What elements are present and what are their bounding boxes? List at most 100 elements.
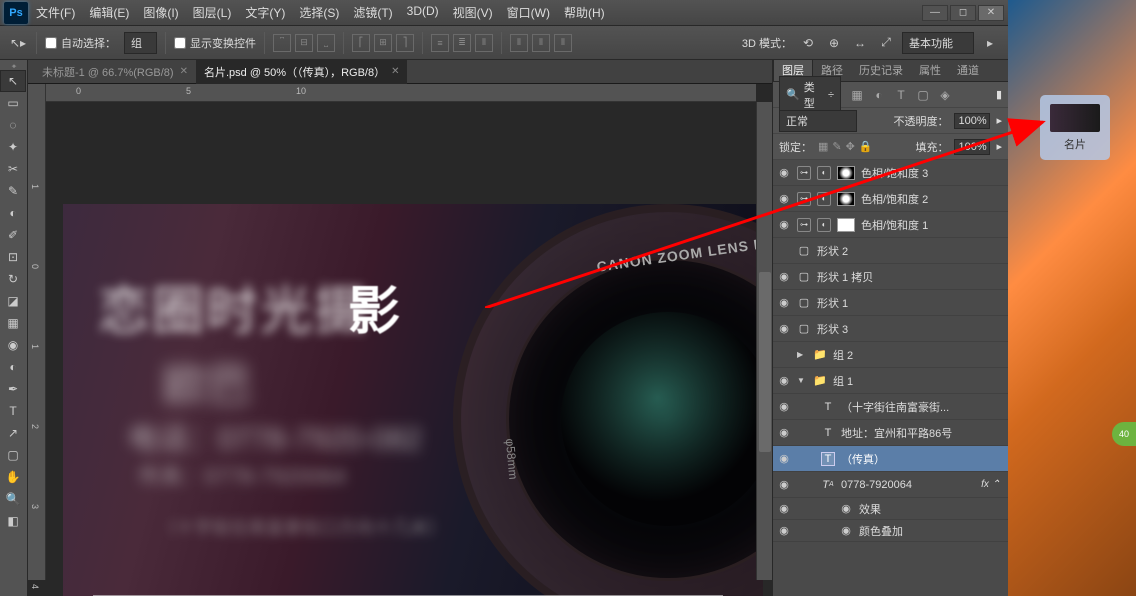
filter-shape-icon[interactable]: ▢ (915, 88, 931, 102)
dist-2-icon[interactable]: ≣ (453, 34, 471, 52)
eyedropper-tool[interactable]: ✎ (0, 180, 26, 202)
visibility-icon[interactable]: ◉ (777, 478, 791, 491)
expand-icon[interactable]: ▼ (797, 376, 807, 385)
scale-3d-icon[interactable]: ⤢ (876, 33, 896, 53)
pan-3d-icon[interactable]: ⊕ (824, 33, 844, 53)
dist-5-icon[interactable]: ⦀ (532, 34, 550, 52)
opacity-input[interactable]: 100% (954, 113, 990, 129)
filter-smart-icon[interactable]: ◈ (937, 88, 953, 102)
align-vcenter-icon[interactable]: ⊟ (295, 34, 313, 52)
align-bottom-icon[interactable]: ⎵ (317, 34, 335, 52)
canvas[interactable]: CANON ZOOM LENS E φ58mm 恋圈时光摄 影 欧巴 电话：07… (63, 204, 763, 596)
fx-badge[interactable]: fx ⌃ (981, 479, 1004, 490)
visibility-icon[interactable]: ◉ (777, 426, 791, 439)
lock-pixels-icon[interactable]: ✎ (832, 140, 841, 153)
layer-row[interactable]: ◉▢形状 1 (773, 290, 1008, 316)
visibility-icon[interactable]: ◉ (777, 270, 791, 283)
hand-tool[interactable]: ✋ (0, 466, 26, 488)
menu-edit[interactable]: 编辑(E) (89, 4, 129, 21)
dist-3-icon[interactable]: ⦀ (475, 34, 493, 52)
collapse-icon[interactable]: ▸ (980, 33, 1000, 53)
layer-mask-thumb[interactable] (837, 166, 855, 180)
slide-3d-icon[interactable]: ↔ (850, 33, 870, 53)
history-brush-tool[interactable]: ↻ (0, 268, 26, 290)
layer-row[interactable]: ◉TA0778-7920064fx ⌃ (773, 472, 1008, 498)
fill-input[interactable]: 100% (954, 139, 990, 155)
visibility-icon[interactable]: ◉ (777, 502, 791, 515)
menu-layer[interactable]: 图层(L) (193, 4, 232, 21)
stamp-tool[interactable]: ⊡ (0, 246, 26, 268)
pen-tool[interactable]: ✒ (0, 378, 26, 400)
toolbox-handle[interactable] (0, 62, 26, 70)
layer-row[interactable]: ▶📁组 2 (773, 342, 1008, 368)
blend-mode-dropdown[interactable]: 正常 (779, 110, 857, 132)
visibility-icon[interactable]: ◉ (777, 166, 791, 179)
visibility-icon[interactable]: ◉ (777, 452, 791, 465)
layer-row[interactable]: ◉T（传真） (773, 446, 1008, 472)
align-left-icon[interactable]: ⎡ (352, 34, 370, 52)
layer-row[interactable]: ◉⊶◐色相/饱和度 1 (773, 212, 1008, 238)
layer-row[interactable]: ◉⊶◐色相/饱和度 2 (773, 186, 1008, 212)
opacity-flyout-icon[interactable]: ▸ (996, 114, 1002, 127)
dist-4-icon[interactable]: ⦀ (510, 34, 528, 52)
close-icon[interactable]: ✕ (180, 66, 188, 77)
visibility-icon[interactable]: ◉ (777, 400, 791, 413)
eraser-tool[interactable]: ◪ (0, 290, 26, 312)
shape-tool[interactable]: ▢ (0, 444, 26, 466)
layer-row[interactable]: ▢形状 2 (773, 238, 1008, 264)
menu-image[interactable]: 图像(I) (143, 4, 178, 21)
vertical-scrollbar[interactable] (756, 102, 772, 580)
layer-row[interactable]: ◉◉颜色叠加 (773, 520, 1008, 542)
layer-row[interactable]: ◉▼📁组 1 (773, 368, 1008, 394)
tab-history[interactable]: 历史记录 (851, 59, 911, 81)
colors-icon[interactable]: ◧ (0, 510, 26, 532)
scrollbar-thumb[interactable] (759, 272, 771, 452)
lasso-tool[interactable]: ◌ (0, 114, 26, 136)
dodge-tool[interactable]: ◐ (0, 356, 26, 378)
zoom-tool[interactable]: 🔍 (0, 488, 26, 510)
align-right-icon[interactable]: ⎤ (396, 34, 414, 52)
menu-select[interactable]: 选择(S) (299, 4, 339, 21)
layer-row[interactable]: ◉◉效果 (773, 498, 1008, 520)
move-tool[interactable]: ↖ (0, 70, 26, 92)
type-tool[interactable]: T (0, 400, 26, 422)
align-hcenter-icon[interactable]: ⊞ (374, 34, 392, 52)
minimize-button[interactable]: — (922, 5, 948, 21)
layer-mask-thumb[interactable] (837, 218, 855, 232)
maximize-button[interactable]: ◻ (950, 5, 976, 21)
desktop-file-icon[interactable]: 名片 (1040, 95, 1110, 160)
lock-position-icon[interactable]: ✥ (846, 140, 855, 153)
close-icon[interactable]: ✕ (391, 66, 399, 77)
lock-transparent-icon[interactable]: ▦ (818, 140, 828, 153)
lock-all-icon[interactable]: 🔒 (859, 140, 873, 153)
dist-6-icon[interactable]: ⦀ (554, 34, 572, 52)
layer-row[interactable]: ◉⊶◐色相/饱和度 3 (773, 160, 1008, 186)
filter-pixel-icon[interactable]: ▦ (849, 88, 865, 102)
align-top-icon[interactable]: ⎴ (273, 34, 291, 52)
close-button[interactable]: ✕ (978, 5, 1004, 21)
layer-mask-thumb[interactable] (837, 192, 855, 206)
path-tool[interactable]: ↗ (0, 422, 26, 444)
gradient-tool[interactable]: ▦ (0, 312, 26, 334)
wand-tool[interactable]: ✦ (0, 136, 26, 158)
menu-3d[interactable]: 3D(D) (407, 4, 439, 21)
menu-view[interactable]: 视图(V) (453, 4, 493, 21)
workspace-dropdown[interactable]: 基本功能 (902, 32, 974, 54)
auto-select-target-dropdown[interactable]: 组 (124, 32, 157, 54)
visibility-icon[interactable]: ◉ (777, 296, 791, 309)
menu-type[interactable]: 文字(Y) (245, 4, 285, 21)
tab-properties[interactable]: 属性 (911, 59, 949, 81)
marquee-tool[interactable]: ▭ (0, 92, 26, 114)
effect-visibility-icon[interactable]: ◉ (839, 502, 853, 515)
menu-file[interactable]: 文件(F) (36, 4, 75, 21)
layer-row[interactable]: ◉▢形状 1 拷贝 (773, 264, 1008, 290)
doc-tab-2[interactable]: 名片.psd @ 50%（（传真），RGB/8） ✕ (196, 60, 408, 84)
filter-toggle-icon[interactable]: ▮ (996, 88, 1002, 101)
crop-tool[interactable]: ✂ (0, 158, 26, 180)
layer-row[interactable]: ◉T（十字街往南富豪街... (773, 394, 1008, 420)
expand-icon[interactable]: ▶ (797, 350, 807, 359)
brush-tool[interactable]: ✐ (0, 224, 26, 246)
menu-help[interactable]: 帮助(H) (564, 4, 605, 21)
visibility-icon[interactable]: ◉ (777, 322, 791, 335)
layer-row[interactable]: ◉T地址：宜州和平路86号 (773, 420, 1008, 446)
